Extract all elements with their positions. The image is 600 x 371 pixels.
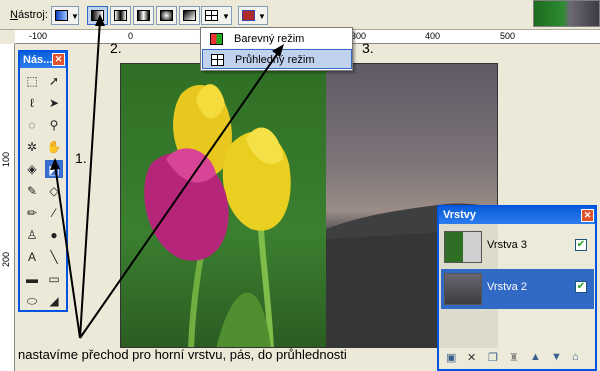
new-layer-icon[interactable]: ▣	[446, 351, 456, 364]
move-up-icon[interactable]: ▲	[530, 351, 541, 363]
step-1-label: 1.	[75, 150, 87, 166]
layer-row-selected[interactable]: Vrstva 2 ✔	[441, 269, 594, 309]
layers-panel: Vrstvy ✕ Vrstva 3 ✔ Vrstva 2 ✔ ▣ ✕ ❐ ♜ ▲ …	[437, 205, 597, 371]
delete-layer-icon[interactable]: ✕	[467, 351, 476, 364]
layers-toolbar: ▣ ✕ ❐ ♜ ▲ ▼ ⌂	[441, 349, 594, 367]
duplicate-layer-icon[interactable]: ❐	[488, 351, 498, 364]
layer-name: Vrstva 2	[487, 281, 527, 293]
layer-visibility-checkbox[interactable]: ✔	[575, 281, 587, 293]
move-down-icon[interactable]: ▼	[551, 351, 562, 363]
layers-title: Vrstvy ✕	[439, 207, 595, 224]
layer-visibility-checkbox[interactable]: ✔	[575, 239, 587, 251]
layers-title-text: Vrstvy	[443, 209, 477, 221]
step-2-label: 2.	[110, 40, 122, 56]
layer-row[interactable]: Vrstva 3 ✔	[441, 227, 594, 267]
layer-name: Vrstva 3	[487, 239, 527, 251]
layer-thumbnail	[444, 231, 482, 263]
merge-layer-icon[interactable]: ♜	[509, 351, 519, 364]
layer-thumbnail	[444, 273, 482, 305]
step-3-label: 3.	[362, 40, 374, 56]
instruction-note: nastavíme přechod pro horní vrstvu, pás,…	[18, 347, 347, 362]
close-icon[interactable]: ✕	[581, 209, 594, 222]
layer-properties-icon[interactable]: ⌂	[572, 351, 579, 363]
